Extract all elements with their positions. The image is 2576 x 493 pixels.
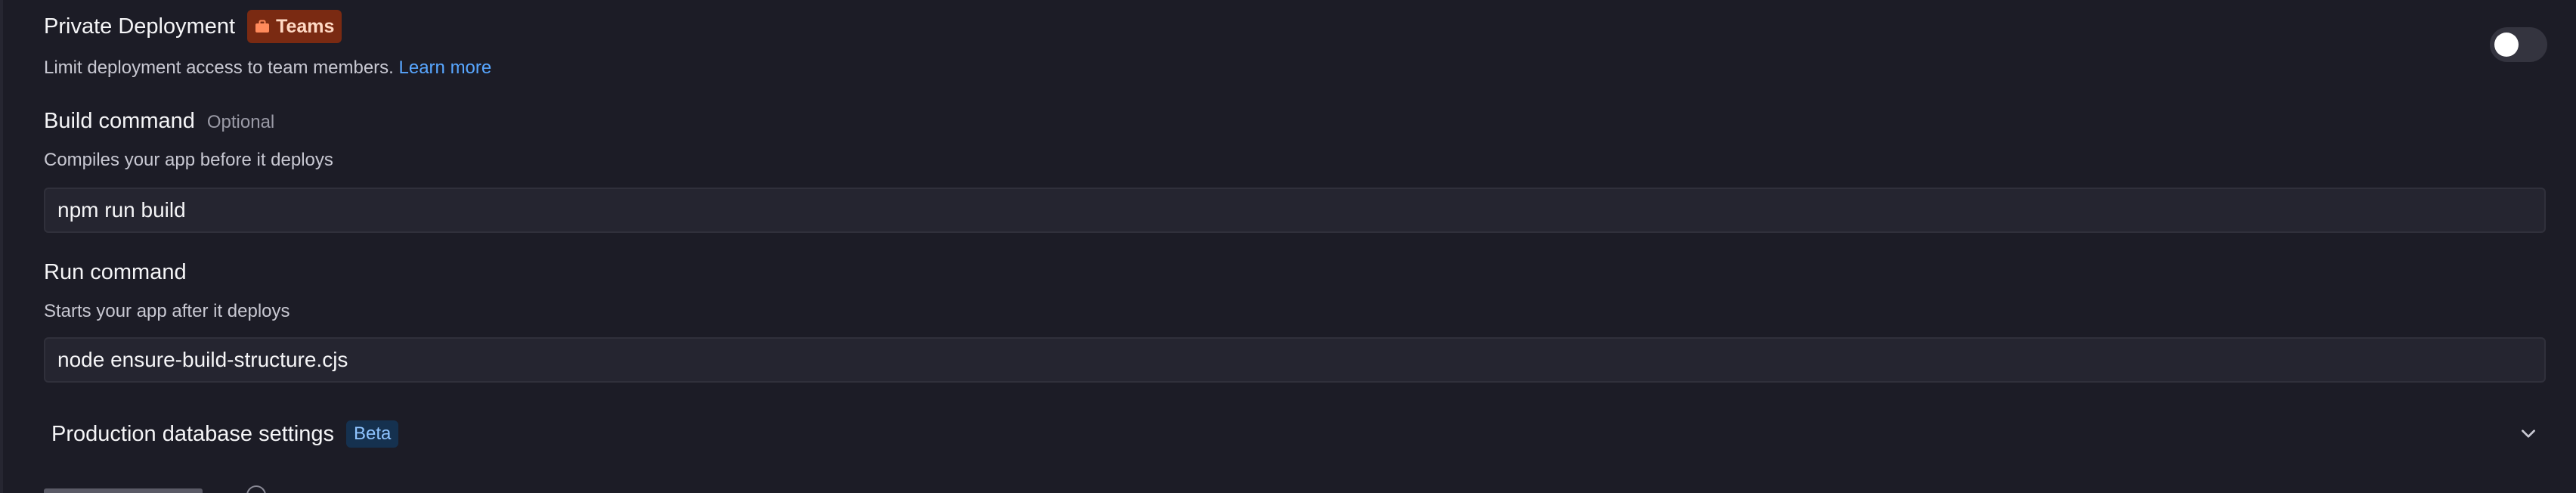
- learn-more-link[interactable]: Learn more: [399, 57, 492, 78]
- run-command-description: Starts your app after it deploys: [44, 301, 290, 321]
- toggle-knob: [2494, 33, 2519, 57]
- production-database-header: Production database settings Beta: [51, 420, 399, 448]
- teams-badge-label: Teams: [276, 15, 335, 37]
- left-border: [0, 0, 3, 493]
- build-command-header: Build command Optional: [44, 110, 274, 133]
- deployment-settings-panel: Private Deployment Teams Limit deploymen…: [44, 0, 2547, 493]
- build-command-input[interactable]: [44, 188, 2546, 233]
- private-deployment-description-text: Limit deployment access to team members.: [44, 57, 394, 78]
- run-command-title: Run command: [44, 260, 187, 284]
- run-command-input[interactable]: [44, 337, 2546, 383]
- next-section-partial: [44, 482, 497, 493]
- briefcase-icon: [255, 20, 270, 33]
- production-database-title: Production database settings: [51, 421, 335, 446]
- private-deployment-description: Limit deployment access to team members.…: [44, 57, 491, 79]
- optional-label: Optional: [206, 112, 275, 132]
- private-deployment-title: Private Deployment: [44, 14, 236, 39]
- private-deployment-toggle[interactable]: [2490, 27, 2547, 62]
- chevron-down-icon[interactable]: [2519, 423, 2538, 443]
- private-deployment-header: Private Deployment Teams: [44, 9, 342, 44]
- beta-badge: Beta: [346, 420, 399, 448]
- teams-badge: Teams: [247, 10, 342, 43]
- build-command-title: Build command: [44, 109, 195, 133]
- production-database-settings-row[interactable]: Production database settings Beta: [44, 408, 2547, 463]
- build-command-description: Compiles your app before it deploys: [44, 150, 333, 170]
- next-section-title-partial: [44, 488, 203, 493]
- info-icon: [246, 485, 266, 493]
